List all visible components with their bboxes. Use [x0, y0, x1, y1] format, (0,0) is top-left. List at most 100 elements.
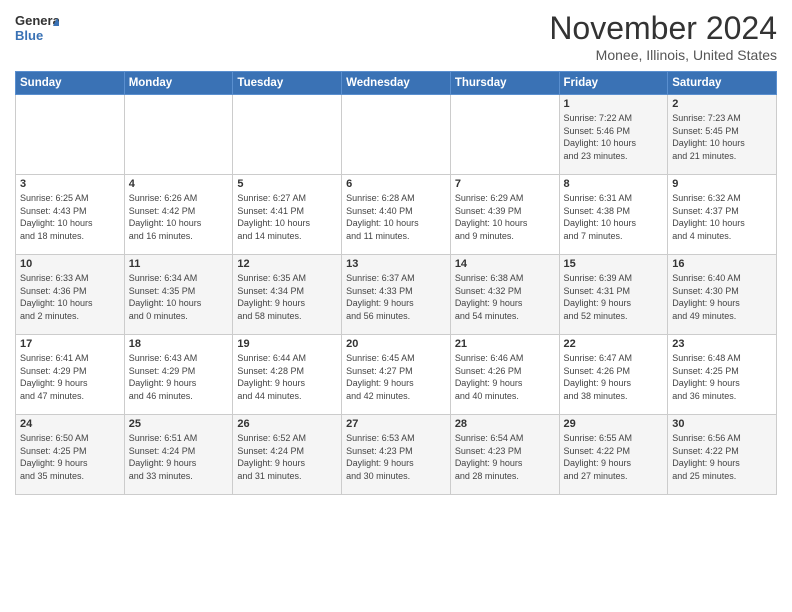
calendar-header-row: SundayMondayTuesdayWednesdayThursdayFrid…: [16, 72, 777, 95]
title-block: November 2024 Monee, Illinois, United St…: [549, 10, 777, 63]
calendar-cell: [233, 95, 342, 175]
day-info: Sunrise: 6:33 AM Sunset: 4:36 PM Dayligh…: [20, 272, 120, 322]
day-info: Sunrise: 6:45 AM Sunset: 4:27 PM Dayligh…: [346, 352, 446, 402]
calendar-cell: 15Sunrise: 6:39 AM Sunset: 4:31 PM Dayli…: [559, 255, 668, 335]
day-info: Sunrise: 6:46 AM Sunset: 4:26 PM Dayligh…: [455, 352, 555, 402]
calendar-cell: [124, 95, 233, 175]
day-info: Sunrise: 6:53 AM Sunset: 4:23 PM Dayligh…: [346, 432, 446, 482]
calendar-cell: 28 Sunrise: 6:54 AM Sunset: 4:23 PM Dayli…: [450, 415, 559, 495]
calendar-cell: 19 Sunrise: 6:44 AM Sunset: 4:28 PM Dayli…: [233, 335, 342, 415]
month-title: November 2024: [549, 10, 777, 47]
day-number: 30: [672, 418, 772, 430]
logo-svg: General Blue: [15, 10, 59, 46]
day-info: Sunrise: 6:43 AM Sunset: 4:29 PM Dayligh…: [129, 352, 229, 402]
location-subtitle: Monee, Illinois, United States: [549, 47, 777, 63]
day-number: 2: [672, 98, 772, 110]
day-info: Sunrise: 6:56 AM Sunset: 4:22 PM Dayligh…: [672, 432, 772, 482]
day-number: 1: [564, 98, 664, 110]
svg-text:Blue: Blue: [15, 28, 43, 43]
day-info: Sunrise: 6:44 AM Sunset: 4:28 PM Dayligh…: [237, 352, 337, 402]
day-number: 8: [564, 178, 664, 190]
calendar-cell: 24 Sunrise: 6:50 AM Sunset: 4:25 PM Dayli…: [16, 415, 125, 495]
calendar-cell: 27 Sunrise: 6:53 AM Sunset: 4:23 PM Dayli…: [342, 415, 451, 495]
day-number: 21: [455, 338, 555, 350]
day-number: 27: [346, 418, 446, 430]
calendar-cell: 8 Sunrise: 6:31 AM Sunset: 4:38 PM Daylig…: [559, 175, 668, 255]
page-header: General Blue November 2024 Monee, Illino…: [15, 10, 777, 63]
day-info: Sunrise: 6:50 AM Sunset: 4:25 PM Dayligh…: [20, 432, 120, 482]
day-info: Sunrise: 6:32 AM Sunset: 4:37 PM Dayligh…: [672, 192, 772, 242]
calendar-cell: 16Sunrise: 6:40 AM Sunset: 4:30 PM Dayli…: [668, 255, 777, 335]
calendar-cell: [450, 95, 559, 175]
header-tuesday: Tuesday: [233, 72, 342, 95]
header-wednesday: Wednesday: [342, 72, 451, 95]
calendar-cell: 17 Sunrise: 6:41 AM Sunset: 4:29 PM Dayli…: [16, 335, 125, 415]
day-number: 5: [237, 178, 337, 190]
calendar-week-3: 17 Sunrise: 6:41 AM Sunset: 4:29 PM Dayli…: [16, 335, 777, 415]
calendar-table: SundayMondayTuesdayWednesdayThursdayFrid…: [15, 71, 777, 495]
day-number: 10: [20, 258, 120, 270]
svg-text:General: General: [15, 13, 59, 28]
day-info: Sunrise: 6:54 AM Sunset: 4:23 PM Dayligh…: [455, 432, 555, 482]
calendar-cell: 10 Sunrise: 6:33 AM Sunset: 4:36 PM Dayli…: [16, 255, 125, 335]
day-number: 26: [237, 418, 337, 430]
calendar-cell: 21 Sunrise: 6:46 AM Sunset: 4:26 PM Dayli…: [450, 335, 559, 415]
day-info: Sunrise: 6:38 AM Sunset: 4:32 PM Dayligh…: [455, 272, 555, 322]
day-number: 14: [455, 258, 555, 270]
day-number: 23: [672, 338, 772, 350]
day-info: Sunrise: 6:31 AM Sunset: 4:38 PM Dayligh…: [564, 192, 664, 242]
calendar-week-1: 3 Sunrise: 6:25 AM Sunset: 4:43 PM Daylig…: [16, 175, 777, 255]
header-friday: Friday: [559, 72, 668, 95]
day-info: Sunrise: 6:41 AM Sunset: 4:29 PM Dayligh…: [20, 352, 120, 402]
calendar-cell: 4Sunrise: 6:26 AM Sunset: 4:42 PM Daylig…: [124, 175, 233, 255]
day-info: Sunrise: 6:52 AM Sunset: 4:24 PM Dayligh…: [237, 432, 337, 482]
calendar-cell: 2Sunrise: 7:23 AM Sunset: 5:45 PM Daylig…: [668, 95, 777, 175]
day-info: Sunrise: 6:47 AM Sunset: 4:26 PM Dayligh…: [564, 352, 664, 402]
header-monday: Monday: [124, 72, 233, 95]
day-number: 3: [20, 178, 120, 190]
day-info: Sunrise: 6:29 AM Sunset: 4:39 PM Dayligh…: [455, 192, 555, 242]
day-number: 19: [237, 338, 337, 350]
calendar-cell: 14 Sunrise: 6:38 AM Sunset: 4:32 PM Dayli…: [450, 255, 559, 335]
calendar-week-4: 24 Sunrise: 6:50 AM Sunset: 4:25 PM Dayli…: [16, 415, 777, 495]
day-info: Sunrise: 7:22 AM Sunset: 5:46 PM Dayligh…: [564, 112, 664, 162]
day-number: 4: [129, 178, 229, 190]
day-number: 7: [455, 178, 555, 190]
day-number: 9: [672, 178, 772, 190]
header-sunday: Sunday: [16, 72, 125, 95]
calendar-cell: 6 Sunrise: 6:28 AM Sunset: 4:40 PM Daylig…: [342, 175, 451, 255]
day-number: 24: [20, 418, 120, 430]
calendar-week-0: 1 Sunrise: 7:22 AM Sunset: 5:46 PM Daylig…: [16, 95, 777, 175]
day-info: Sunrise: 6:28 AM Sunset: 4:40 PM Dayligh…: [346, 192, 446, 242]
calendar-cell: 23 Sunrise: 6:48 AM Sunset: 4:25 PM Dayli…: [668, 335, 777, 415]
day-number: 15: [564, 258, 664, 270]
calendar-cell: 30 Sunrise: 6:56 AM Sunset: 4:22 PM Dayli…: [668, 415, 777, 495]
calendar-week-2: 10 Sunrise: 6:33 AM Sunset: 4:36 PM Dayli…: [16, 255, 777, 335]
day-info: Sunrise: 6:25 AM Sunset: 4:43 PM Dayligh…: [20, 192, 120, 242]
calendar-cell: 29Sunrise: 6:55 AM Sunset: 4:22 PM Dayli…: [559, 415, 668, 495]
header-thursday: Thursday: [450, 72, 559, 95]
calendar-cell: 26 Sunrise: 6:52 AM Sunset: 4:24 PM Dayli…: [233, 415, 342, 495]
calendar-cell: 25Sunrise: 6:51 AM Sunset: 4:24 PM Dayli…: [124, 415, 233, 495]
day-number: 11: [129, 258, 229, 270]
day-number: 18: [129, 338, 229, 350]
calendar-cell: [342, 95, 451, 175]
calendar-cell: 5 Sunrise: 6:27 AM Sunset: 4:41 PM Daylig…: [233, 175, 342, 255]
day-number: 28: [455, 418, 555, 430]
day-number: 17: [20, 338, 120, 350]
day-info: Sunrise: 6:37 AM Sunset: 4:33 PM Dayligh…: [346, 272, 446, 322]
day-number: 13: [346, 258, 446, 270]
calendar-cell: 22Sunrise: 6:47 AM Sunset: 4:26 PM Dayli…: [559, 335, 668, 415]
calendar-cell: 13 Sunrise: 6:37 AM Sunset: 4:33 PM Dayli…: [342, 255, 451, 335]
day-number: 29: [564, 418, 664, 430]
day-info: Sunrise: 6:35 AM Sunset: 4:34 PM Dayligh…: [237, 272, 337, 322]
day-info: Sunrise: 6:40 AM Sunset: 4:30 PM Dayligh…: [672, 272, 772, 322]
calendar-cell: 3 Sunrise: 6:25 AM Sunset: 4:43 PM Daylig…: [16, 175, 125, 255]
day-info: Sunrise: 6:27 AM Sunset: 4:41 PM Dayligh…: [237, 192, 337, 242]
calendar-cell: 12Sunrise: 6:35 AM Sunset: 4:34 PM Dayli…: [233, 255, 342, 335]
calendar-cell: [16, 95, 125, 175]
day-number: 6: [346, 178, 446, 190]
calendar-cell: 18 Sunrise: 6:43 AM Sunset: 4:29 PM Dayli…: [124, 335, 233, 415]
day-info: Sunrise: 6:48 AM Sunset: 4:25 PM Dayligh…: [672, 352, 772, 402]
calendar-cell: 11Sunrise: 6:34 AM Sunset: 4:35 PM Dayli…: [124, 255, 233, 335]
